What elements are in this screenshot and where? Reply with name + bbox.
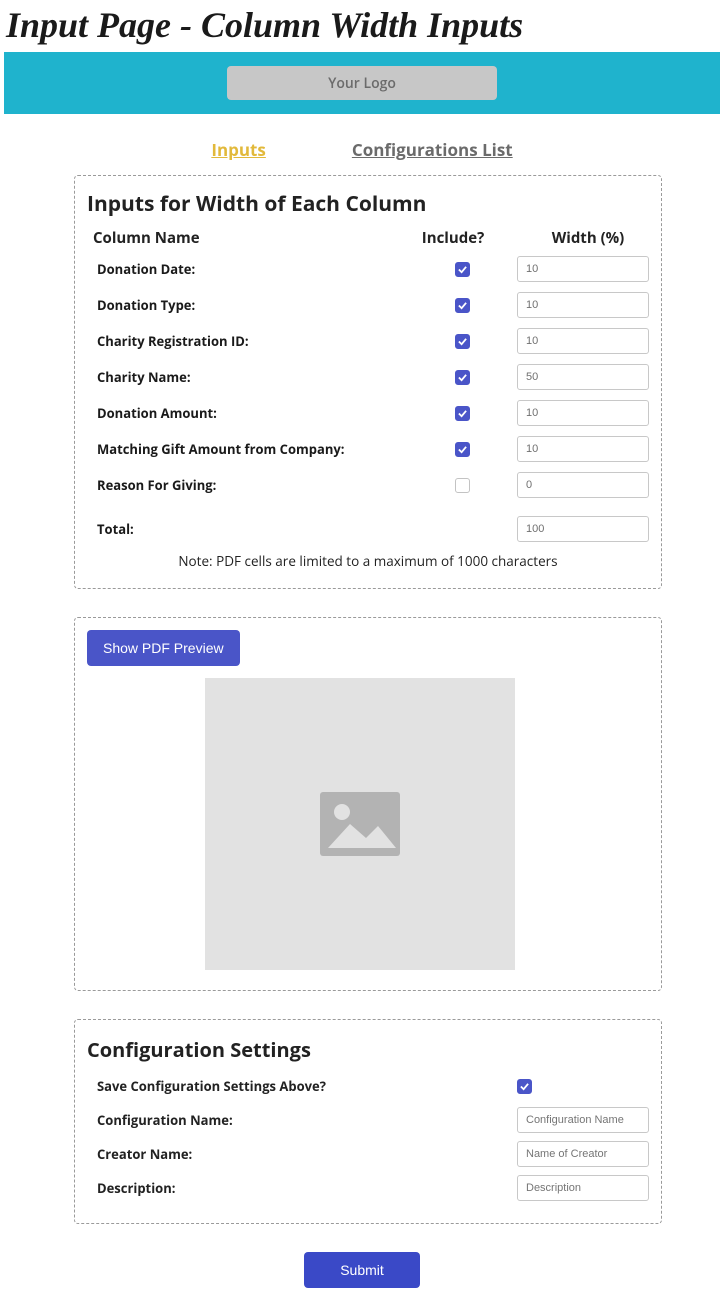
- cfg-desc-input[interactable]: [517, 1175, 649, 1201]
- page-title: Input Page - Column Width Inputs: [6, 4, 724, 46]
- column-label: Charity Registration ID:: [97, 332, 407, 350]
- pdf-preview-panel: Show PDF Preview: [74, 617, 662, 991]
- cfg-save-row: Save Configuration Settings Above?: [97, 1073, 651, 1099]
- show-pdf-preview-button[interactable]: Show PDF Preview: [87, 630, 240, 666]
- cfg-save-label: Save Configuration Settings Above?: [97, 1077, 517, 1095]
- column-label: Matching Gift Amount from Company:: [97, 440, 407, 458]
- column-row: Matching Gift Amount from Company:: [97, 436, 651, 462]
- column-row: Charity Registration ID:: [97, 328, 651, 354]
- width-input[interactable]: [517, 328, 649, 354]
- width-input[interactable]: [517, 256, 649, 282]
- logo-bar: Your Logo: [4, 52, 720, 114]
- column-row: Donation Type:: [97, 292, 651, 318]
- include-checkbox[interactable]: [455, 370, 470, 385]
- cfg-creator-row: Creator Name:: [97, 1141, 651, 1167]
- column-width-panel: Inputs for Width of Each Column Column N…: [74, 175, 662, 589]
- column-row: Donation Amount:: [97, 400, 651, 426]
- image-placeholder-icon: [320, 792, 400, 856]
- width-input[interactable]: [517, 472, 649, 498]
- cfg-name-input[interactable]: [517, 1107, 649, 1133]
- include-checkbox[interactable]: [455, 298, 470, 313]
- include-checkbox[interactable]: [455, 478, 470, 493]
- logo-placeholder: Your Logo: [227, 66, 497, 100]
- width-input[interactable]: [517, 292, 649, 318]
- width-input[interactable]: [517, 436, 649, 462]
- submit-button[interactable]: Submit: [304, 1252, 420, 1288]
- note-text: Note: PDF cells are limited to a maximum…: [85, 552, 651, 570]
- column-label: Donation Type:: [97, 296, 407, 314]
- width-input[interactable]: [517, 400, 649, 426]
- include-checkbox[interactable]: [455, 442, 470, 457]
- pdf-preview-placeholder: [205, 678, 515, 970]
- column-headers: Column Name Include? Width (%): [93, 228, 651, 248]
- header-width: Width (%): [513, 228, 663, 248]
- column-row: Reason For Giving:: [97, 472, 651, 498]
- column-width-heading: Inputs for Width of Each Column: [87, 190, 651, 218]
- column-row: Donation Date:: [97, 256, 651, 282]
- configuration-settings-panel: Configuration Settings Save Configuratio…: [74, 1019, 662, 1224]
- header-column-name: Column Name: [93, 228, 393, 248]
- column-label: Donation Date:: [97, 260, 407, 278]
- total-label: Total:: [97, 520, 407, 538]
- width-input[interactable]: [517, 364, 649, 390]
- tab-configurations[interactable]: Configurations List: [352, 138, 513, 161]
- cfg-name-label: Configuration Name:: [97, 1111, 517, 1129]
- tabs: Inputs Configurations List: [0, 138, 724, 161]
- cfg-desc-label: Description:: [97, 1179, 517, 1197]
- include-checkbox[interactable]: [455, 406, 470, 421]
- column-label: Reason For Giving:: [97, 476, 407, 494]
- cfg-save-checkbox[interactable]: [517, 1079, 532, 1094]
- cfg-desc-row: Description:: [97, 1175, 651, 1201]
- total-row: Total:: [97, 516, 651, 542]
- total-input[interactable]: [517, 516, 649, 542]
- cfg-creator-input[interactable]: [517, 1141, 649, 1167]
- cfg-creator-label: Creator Name:: [97, 1145, 517, 1163]
- configuration-heading: Configuration Settings: [87, 1036, 651, 1063]
- include-checkbox[interactable]: [455, 262, 470, 277]
- header-include: Include?: [393, 228, 513, 248]
- column-label: Donation Amount:: [97, 404, 407, 422]
- include-checkbox[interactable]: [455, 334, 470, 349]
- column-label: Charity Name:: [97, 368, 407, 386]
- cfg-name-row: Configuration Name:: [97, 1107, 651, 1133]
- column-row: Charity Name:: [97, 364, 651, 390]
- tab-inputs[interactable]: Inputs: [211, 138, 266, 161]
